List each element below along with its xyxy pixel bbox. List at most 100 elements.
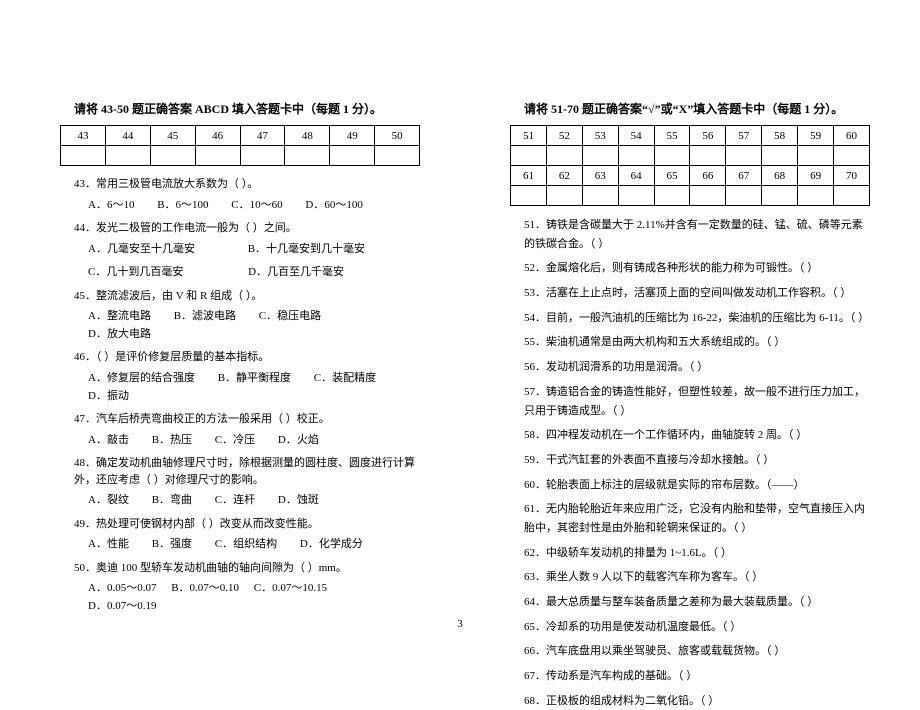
question-61: 61．无内胎轮胎近年来应用广泛，它没有内胎和垫带，空气直接压入内胎中，其密封性是… <box>524 500 870 537</box>
grid-cell: 45 <box>150 126 195 146</box>
options-48: A．裂纹 B．弯曲 C．连杆 D．蚀斑 <box>88 492 420 510</box>
opt: A．裂纹 <box>88 492 129 510</box>
grid-cell-empty <box>798 186 834 206</box>
opt: A．几毫安至十几毫安 <box>88 241 195 259</box>
grid-cell: 48 <box>285 126 330 146</box>
grid-cell: 69 <box>798 166 834 186</box>
grid-cell-empty <box>618 146 654 166</box>
grid-cell-empty <box>240 146 285 166</box>
opt: A．整流电路 <box>88 308 151 326</box>
options-45: A．整流电路 B．滤波电路 C．稳压电路 D．放大电路 <box>88 308 420 343</box>
grid-cell-empty <box>61 146 106 166</box>
opt: B．弯曲 <box>152 492 192 510</box>
opt: C．组织结构 <box>215 536 277 554</box>
answer-grid-right: 51 52 53 54 55 56 57 58 59 60 61 62 63 6… <box>510 125 870 206</box>
opt: B．0.07～0.10 <box>171 580 239 598</box>
grid-cell-empty <box>834 146 870 166</box>
opt: D．0.07～0.19 <box>88 598 156 616</box>
grid-cell: 50 <box>375 126 420 146</box>
grid-cell-empty <box>582 186 618 206</box>
grid-cell-empty <box>546 146 582 166</box>
grid-cell: 61 <box>511 166 547 186</box>
question-54: 54．目前，一般汽油机的压缩比为 16-22，柴油机的压缩比为 6-11。（ ） <box>524 309 870 328</box>
question-68: 68．正极板的组成材料为二氧化铅。（ ） <box>524 692 870 710</box>
right-section-header: 请将 51-70 题正确答案“√”或“X”填入答题卡中（每题 1 分）。 <box>510 100 870 117</box>
grid-cell-empty <box>330 146 375 166</box>
opt: C．几十到几百毫安 <box>88 264 183 282</box>
question-58: 58．四冲程发动机在一个工作循环内，曲轴旋转 2 周。（ ） <box>524 426 870 445</box>
left-section-header: 请将 43-50 题正确答案 ABCD 填入答题卡中（每题 1 分）。 <box>60 100 420 117</box>
opt: B．静平衡程度 <box>218 370 291 388</box>
opt: B．十几毫安到几十毫安 <box>248 241 365 259</box>
grid-cell: 44 <box>105 126 150 146</box>
options-46: A．修复层的结合强度 B．静平衡程度 C．装配精度 D．振动 <box>88 370 420 405</box>
options-47: A．敲击 B．热压 C．冷压 D．火焰 <box>88 432 420 450</box>
grid-cell: 51 <box>511 126 547 146</box>
opt: B．热压 <box>152 432 192 450</box>
question-66: 66．汽车底盘用以乘坐驾驶员、旅客或载载货物。（ ） <box>524 642 870 661</box>
question-45: 45．整流滤波后，由 V 和 R 组成（ ）。 <box>74 288 420 305</box>
grid-cell: 56 <box>690 126 726 146</box>
grid-cell: 54 <box>618 126 654 146</box>
opt: C．10～60 <box>231 197 282 215</box>
grid-cell-empty <box>726 186 762 206</box>
grid-cell: 47 <box>240 126 285 146</box>
grid-cell-empty <box>150 146 195 166</box>
grid-cell-empty <box>798 146 834 166</box>
grid-cell-empty <box>762 146 798 166</box>
question-60: 60．轮胎表面上标注的层级就是实际的帘布层数。（——） <box>524 476 870 495</box>
opt: B．强度 <box>152 536 192 554</box>
opt: D．振动 <box>88 388 129 406</box>
grid-cell: 53 <box>582 126 618 146</box>
opt: D．化学成分 <box>300 536 363 554</box>
grid-cell-empty <box>582 146 618 166</box>
question-43: 43．常用三极管电流放大系数为（ ）。 <box>74 176 420 193</box>
grid-cell-empty <box>654 186 690 206</box>
options-43: A．6～10 B．6～100 C．10～60 D．60～100 <box>88 197 420 215</box>
opt: B．6～100 <box>157 197 208 215</box>
answer-grid-left: 43 44 45 46 47 48 49 50 <box>60 125 420 166</box>
question-56: 56．发动机润滑系的功用是润滑。（ ） <box>524 358 870 377</box>
grid-cell-empty <box>195 146 240 166</box>
grid-cell: 62 <box>546 166 582 186</box>
grid-cell: 52 <box>546 126 582 146</box>
grid-cell-empty <box>546 186 582 206</box>
question-48: 48．确定发动机曲轴修理尺寸时，除根据测量的圆柱度、圆度进行计算外，还应考虑（ … <box>74 455 420 488</box>
grid-cell-empty <box>105 146 150 166</box>
grid-cell: 64 <box>618 166 654 186</box>
grid-cell: 59 <box>798 126 834 146</box>
opt: C．稳压电路 <box>259 308 321 326</box>
question-49: 49．热处理可使钢材内部（ ）改变从而改变性能。 <box>74 516 420 533</box>
opt: A．0.05～0.07 <box>88 580 156 598</box>
question-55: 55．柴油机通常是由两大机构和五大系统组成的。（ ） <box>524 333 870 352</box>
question-62: 62．中级轿车发动机的排量为 1~1.6L。（ ） <box>524 544 870 563</box>
question-64: 64．最大总质量与整车装备质量之差称为最大装载质量。（ ） <box>524 593 870 612</box>
grid-cell-empty <box>511 146 547 166</box>
grid-cell: 63 <box>582 166 618 186</box>
opt: A．性能 <box>88 536 129 554</box>
question-53: 53．活塞在上止点时，活塞顶上面的空间叫做发动机工作容积。（ ） <box>524 284 870 303</box>
grid-cell-empty <box>690 186 726 206</box>
opt: D．几百至几千毫安 <box>248 264 344 282</box>
grid-cell: 49 <box>330 126 375 146</box>
grid-cell: 60 <box>834 126 870 146</box>
options-44b: C．几十到几百毫安 D．几百至几千毫安 <box>88 264 420 282</box>
opt: D．放大电路 <box>88 326 151 344</box>
page-number: 3 <box>457 618 463 630</box>
grid-cell-empty <box>511 186 547 206</box>
question-50: 50．奥迪 100 型轿车发动机曲轴的轴向间隙为（ ）mm。 <box>74 560 420 577</box>
grid-cell-empty <box>285 146 330 166</box>
grid-cell: 55 <box>654 126 690 146</box>
opt: A．敲击 <box>88 432 129 450</box>
grid-cell: 70 <box>834 166 870 186</box>
grid-cell-empty <box>726 146 762 166</box>
question-44: 44．发光二极管的工作电流一般为（ ）之间。 <box>74 220 420 237</box>
question-52: 52．金属熔化后，则有铸成各种形状的能力称为可锻性。（ ） <box>524 259 870 278</box>
grid-cell: 66 <box>690 166 726 186</box>
opt: B．滤波电路 <box>174 308 236 326</box>
grid-cell: 43 <box>61 126 106 146</box>
question-47: 47．汽车后桥壳弯曲校正的方法一般采用（ ）校正。 <box>74 411 420 428</box>
question-59: 59．干式汽缸套的外表面不直接与冷却水接触。（ ） <box>524 451 870 470</box>
grid-cell-empty <box>654 146 690 166</box>
opt: C．装配精度 <box>314 370 376 388</box>
